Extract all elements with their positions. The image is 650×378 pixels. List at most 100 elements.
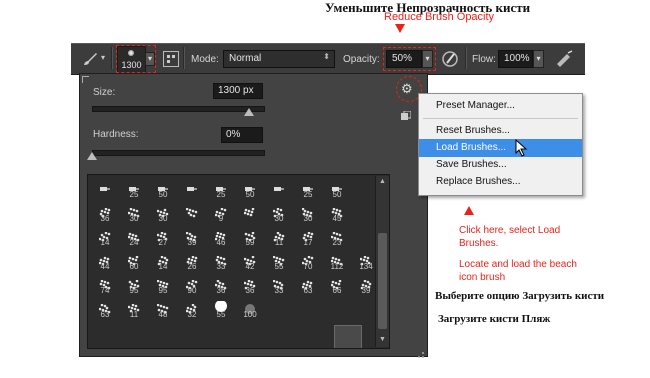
size-input[interactable]: 1300 px: [213, 83, 263, 99]
brush-preset-cell[interactable]: 70: [295, 252, 321, 272]
brush-preset-cell[interactable]: 112: [324, 252, 350, 272]
brush-preset-cell[interactable]: 32: [179, 300, 205, 320]
scroll-thumb[interactable]: [378, 233, 387, 329]
hardness-slider-track[interactable]: [92, 150, 265, 156]
brush-preset-cell[interactable]: 95: [121, 276, 147, 296]
brush-preset-cell[interactable]: 26: [179, 252, 205, 272]
brush-preset-cell[interactable]: 9: [208, 204, 234, 224]
tool-preset-chevron-down-icon[interactable]: ▾: [101, 53, 105, 62]
brush-preset-cell[interactable]: 55: [266, 252, 292, 272]
brush-preset-cell[interactable]: 45: [324, 204, 350, 224]
menu-item-load-brushes[interactable]: Load Brushes...: [419, 139, 582, 157]
scroll-down-icon[interactable]: ▼: [379, 336, 386, 343]
brush-preset-cell[interactable]: 30: [295, 204, 321, 224]
brush-preset-cell[interactable]: 30: [150, 204, 176, 224]
brush-size-number: 30: [303, 214, 313, 223]
brush-preset-cell[interactable]: 95: [150, 276, 176, 296]
brush-size-number: 50: [158, 190, 168, 199]
brush-preset-cell[interactable]: 33: [266, 276, 292, 296]
brush-preset-cell[interactable]: 36: [237, 276, 263, 296]
brush-preset-cell[interactable]: 50: [150, 180, 176, 200]
mode-select[interactable]: Normal ⬍: [223, 50, 335, 68]
scroll-up-icon[interactable]: ▲: [379, 178, 386, 185]
brush-size-number: 50: [332, 190, 342, 199]
brush-preset-cell[interactable]: 59: [237, 228, 263, 248]
brush-preset-cell[interactable]: 24: [121, 228, 147, 248]
brush-size-number: 30: [274, 214, 284, 223]
flow-value: 100%: [504, 53, 530, 64]
brush-preset-cell[interactable]: 25: [121, 180, 147, 200]
brush-preset-cell[interactable]: 11: [121, 300, 147, 320]
menu-item-preset-manager[interactable]: Preset Manager...: [419, 97, 582, 115]
instruction-line-1: Click here, select Load: [459, 225, 561, 236]
new-preset-icon[interactable]: [401, 108, 412, 120]
brush-preset-cell[interactable]: [92, 180, 118, 200]
hardness-value: 0%: [226, 129, 241, 140]
brush-preset-cell[interactable]: 55: [208, 300, 234, 320]
brush-preset-cell[interactable]: 90: [179, 276, 205, 296]
flow-input[interactable]: 100%: [498, 50, 533, 68]
brush-size-number: 112: [330, 262, 344, 271]
brush-panel-toggle-icon[interactable]: [163, 51, 179, 67]
menu-item-save-brushes[interactable]: Save Brushes...: [419, 156, 582, 174]
brush-preset-cell[interactable]: 23: [324, 228, 350, 248]
brush-preset-cell[interactable]: 30: [121, 204, 147, 224]
brush-preset-cell[interactable]: 100: [237, 300, 263, 320]
brush-preset-cell[interactable]: 66: [324, 276, 350, 296]
brush-preset-cell[interactable]: [179, 180, 205, 200]
hardness-input[interactable]: 0%: [221, 127, 263, 143]
brush-grid-scrollbar[interactable]: ▲ ▼: [375, 176, 389, 347]
brush-preset-cell[interactable]: [266, 180, 292, 200]
brush-picker-chevron-down-icon[interactable]: ▾: [145, 52, 155, 66]
brush-preset-cell[interactable]: [237, 204, 263, 224]
brush-size-number: 33: [274, 286, 284, 295]
brush-preset-cell[interactable]: 50: [237, 180, 263, 200]
airbrush-icon[interactable]: [553, 49, 575, 69]
brush-size-number: 25: [303, 190, 313, 199]
instruction-line-3: Locate and load the beach: [459, 259, 577, 270]
brush-size-number: 11: [129, 310, 139, 319]
resize-grip-icon[interactable]: [417, 346, 425, 358]
size-value: 1300 px: [218, 85, 254, 96]
brush-preset-cell[interactable]: 42: [237, 252, 263, 272]
menu-item-reset-brushes[interactable]: Reset Brushes...: [419, 122, 582, 140]
brush-preset-cell[interactable]: 25: [295, 180, 321, 200]
brush-tool-icon[interactable]: [80, 50, 100, 68]
brush-preset-cell[interactable]: 36: [92, 204, 118, 224]
brush-preset-cell[interactable]: 14: [92, 228, 118, 248]
brush-preset-cell[interactable]: 48: [150, 300, 176, 320]
pressure-opacity-icon[interactable]: [440, 49, 460, 69]
size-label: Size:: [93, 87, 116, 98]
brush-preset-cell[interactable]: 60: [121, 252, 147, 272]
mouse-cursor-icon: [515, 138, 529, 157]
brush-preset-cell[interactable]: 25: [208, 180, 234, 200]
size-slider-thumb[interactable]: [244, 108, 254, 116]
brush-size-number: 32: [187, 310, 197, 319]
brush-preset-cell[interactable]: 36: [208, 276, 234, 296]
brush-preset-cell[interactable]: 39: [179, 228, 205, 248]
selected-brush-highlight: [334, 325, 362, 348]
brush-preset-cell[interactable]: 11: [266, 228, 292, 248]
brush-preset-cell[interactable]: 33: [208, 252, 234, 272]
gear-icon[interactable]: ⚙: [401, 81, 417, 97]
flow-chevron-down-icon[interactable]: ▾: [533, 50, 544, 68]
brush-preset-cell[interactable]: 74: [92, 276, 118, 296]
brush-preset-cell[interactable]: 27: [150, 228, 176, 248]
brush-preset-cell[interactable]: 63: [92, 300, 118, 320]
brush-preset-cell[interactable]: 63: [295, 276, 321, 296]
brush-preset-cell[interactable]: 50: [324, 180, 350, 200]
brush-preset-cell[interactable]: 46: [208, 228, 234, 248]
brush-size-number: 24: [129, 238, 139, 247]
brush-preset-cell[interactable]: 14: [150, 252, 176, 272]
separator: [465, 47, 467, 69]
brush-preset-cell[interactable]: 44: [92, 252, 118, 272]
brush-preset-cell[interactable]: 17: [295, 228, 321, 248]
brush-size-number: 95: [158, 286, 168, 295]
brush-size-number: 33: [216, 262, 226, 271]
brush-preset-cell[interactable]: 30: [266, 204, 292, 224]
brush-preset-cell[interactable]: [179, 204, 205, 224]
menu-item-replace-brushes[interactable]: Replace Brushes...: [419, 173, 582, 191]
size-slider-track[interactable]: [92, 106, 265, 112]
brush-thumbnail-icon: [243, 205, 256, 217]
hardness-slider-thumb[interactable]: [87, 152, 97, 160]
